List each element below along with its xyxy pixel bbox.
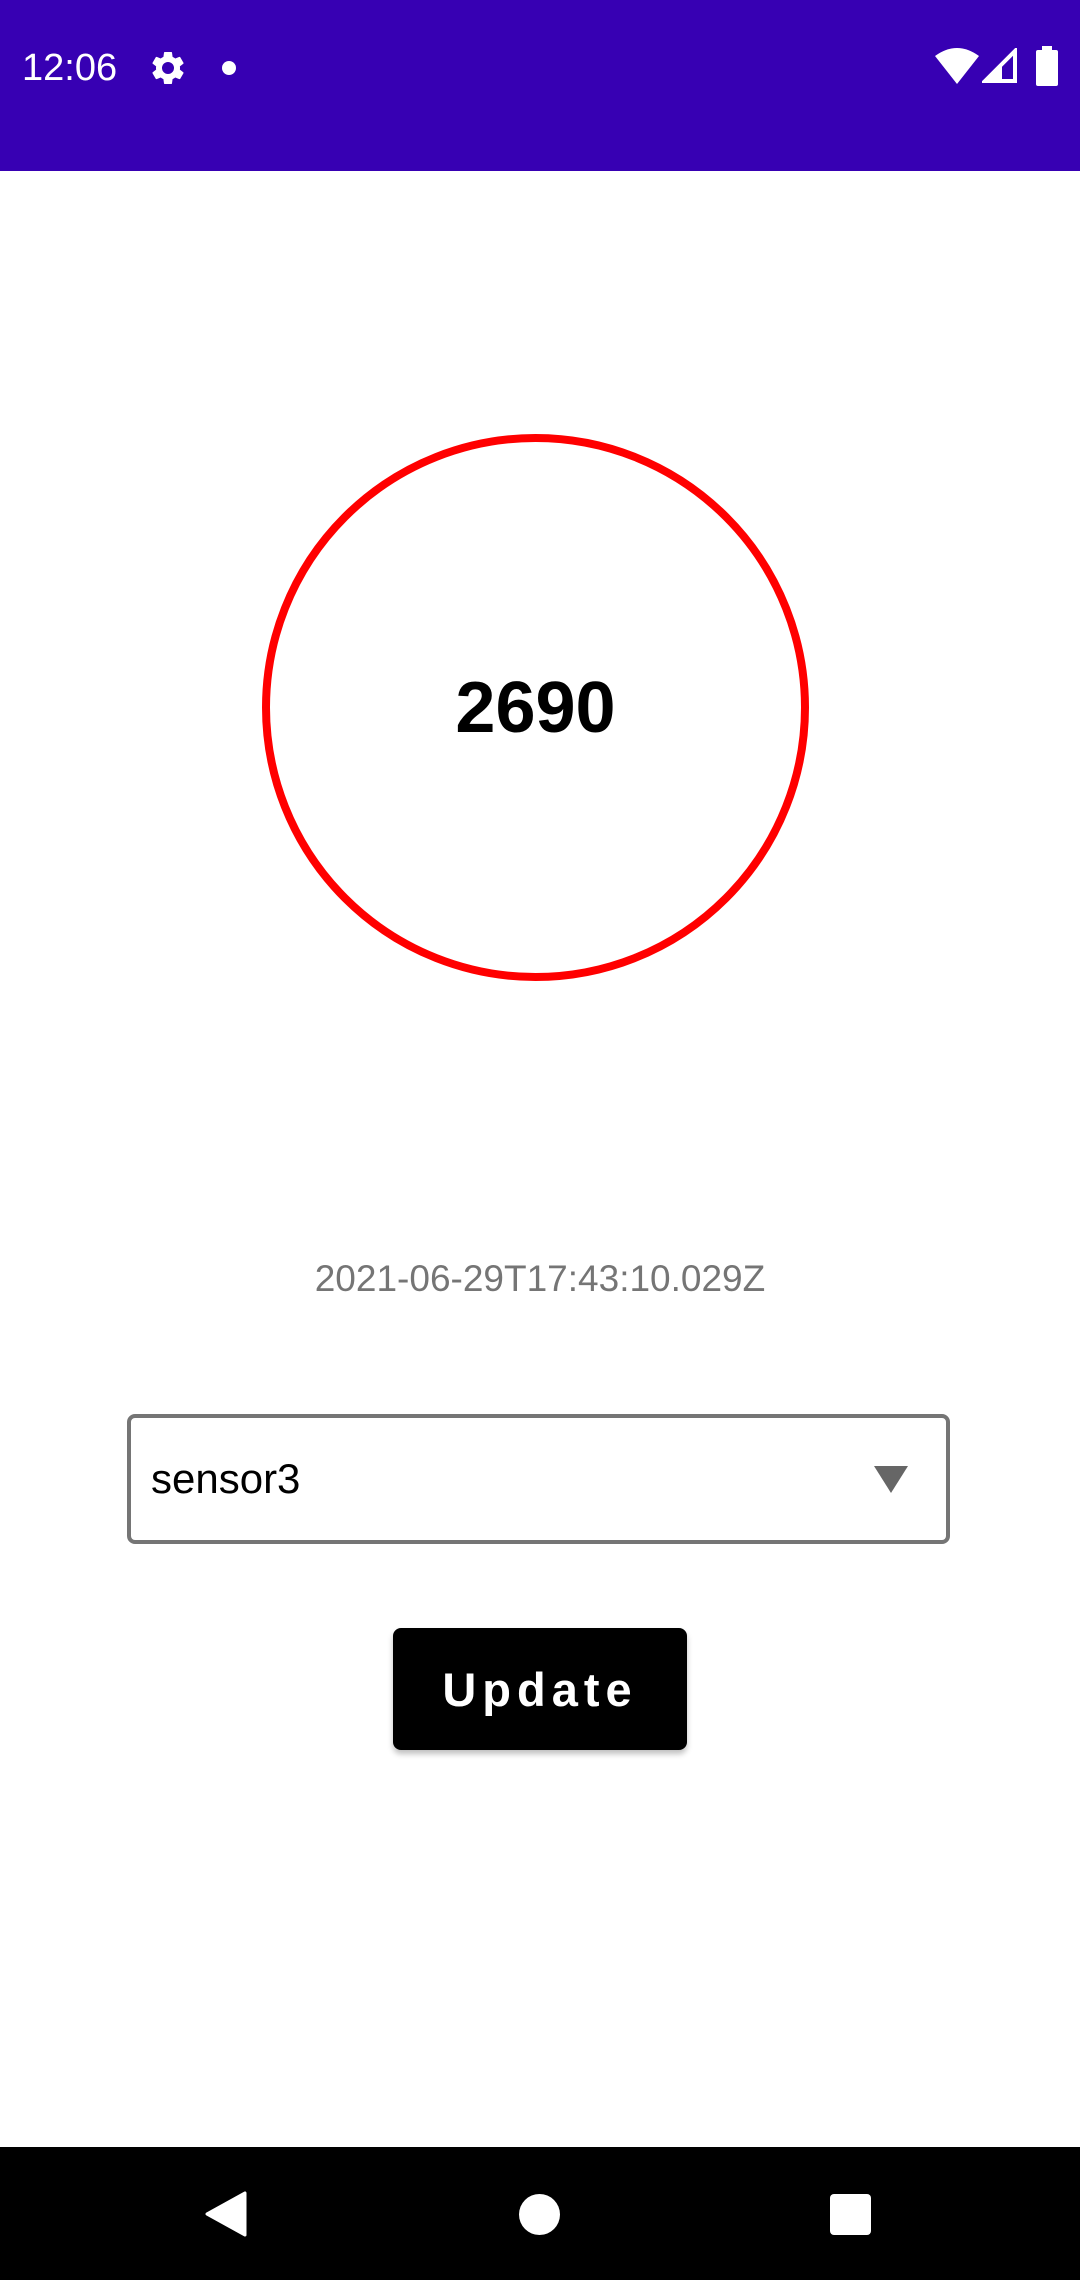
timestamp-label: 2021-06-29T17:43:10.029Z — [314, 1258, 766, 1299]
sensor-select-value: sensor3 — [151, 1455, 301, 1502]
recents-icon[interactable] — [830, 2194, 871, 2235]
back-icon[interactable] — [205, 2191, 247, 2237]
gauge-value: 2690 — [455, 667, 616, 748]
value-gauge: 2690 — [262, 434, 809, 981]
dropdown-arrow-icon — [874, 1466, 908, 1493]
notification-dot-icon — [222, 61, 236, 75]
battery-icon — [1036, 46, 1058, 86]
wifi-icon — [935, 48, 979, 84]
home-icon[interactable] — [519, 2194, 560, 2235]
update-button[interactable]: Update — [393, 1628, 687, 1750]
gear-icon — [152, 51, 184, 84]
status-bar: 12:06 — [0, 0, 1080, 171]
sensor-select[interactable]: sensor3 — [127, 1414, 950, 1544]
signal-icon — [982, 48, 1017, 83]
status-time: 12:06 — [22, 47, 118, 89]
